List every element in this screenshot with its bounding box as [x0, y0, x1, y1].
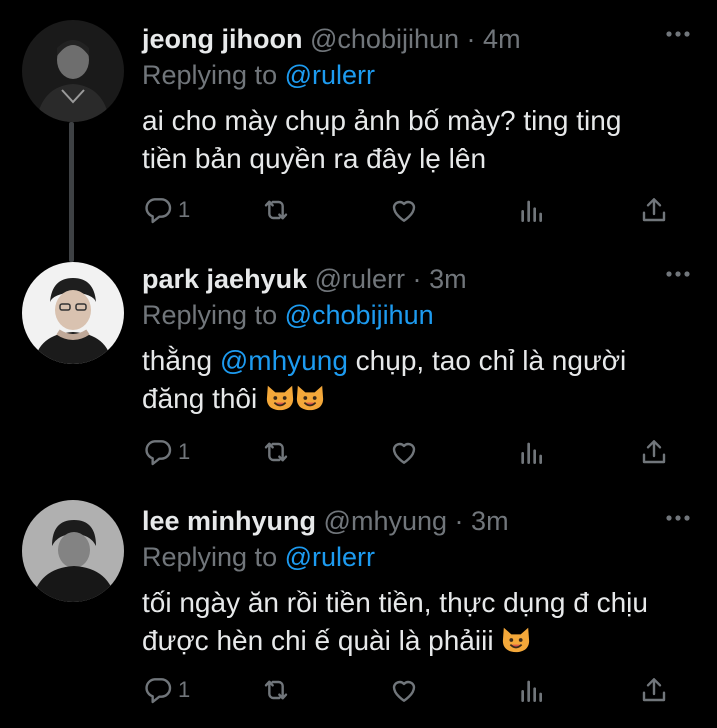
reply-icon	[142, 674, 174, 706]
reply-icon	[142, 436, 174, 468]
timestamp[interactable]: 4m	[483, 24, 521, 54]
tweet-text-line: thằng @mhyung chụp, tao chỉ là người	[142, 342, 702, 380]
separator: ·	[466, 24, 476, 54]
tweet-text: tối ngày ăn rồi tiền tiền, thực dụng đ c…	[142, 584, 702, 660]
smirking-cat-emoji-icon	[295, 382, 325, 412]
reply-button[interactable]: 1	[142, 192, 190, 228]
views-button[interactable]	[516, 434, 548, 470]
mention-link[interactable]: @mhyung	[220, 345, 348, 376]
tweet[interactable]: park jaehyuk @rulerr · 3m Replying to @c…	[0, 240, 717, 490]
reply-icon	[142, 194, 174, 226]
author-handle[interactable]: @chobijihun	[310, 24, 459, 54]
author-handle[interactable]: @rulerr	[315, 264, 405, 294]
like-button[interactable]	[388, 672, 420, 708]
share-button[interactable]	[638, 434, 670, 470]
share-button[interactable]	[638, 672, 670, 708]
share-icon	[638, 436, 670, 468]
tweet-header: jeong jihoon @chobijihun · 4m	[142, 22, 521, 56]
more-icon[interactable]	[665, 30, 691, 38]
replying-to: Replying to @rulerr	[142, 58, 375, 92]
author-name[interactable]: lee minhyung	[142, 506, 316, 536]
text-segment: đăng thôi	[142, 383, 258, 414]
smirking-cat-emoji-icon	[265, 382, 295, 412]
tweet-text-line: tối ngày ăn rồi tiền tiền, thực dụng đ c…	[142, 587, 648, 618]
views-icon	[516, 674, 548, 706]
share-icon	[638, 194, 670, 226]
replying-handle-link[interactable]: @chobijihun	[285, 300, 434, 330]
text-segment: được hèn chi ế quài là phảiii	[142, 625, 494, 656]
replying-prefix: Replying to	[142, 300, 278, 330]
reply-count: 1	[178, 197, 191, 222]
replying-prefix: Replying to	[142, 542, 278, 572]
retweet-icon	[260, 436, 292, 468]
retweet-icon	[260, 194, 292, 226]
timestamp[interactable]: 3m	[471, 506, 509, 536]
action-bar: 1	[142, 434, 682, 474]
like-button[interactable]	[388, 434, 420, 470]
tweet-text: ai cho mày chụp ảnh bố mày? ting ting ti…	[142, 102, 702, 178]
tweet[interactable]: lee minhyung @mhyung · 3m Replying to @r…	[0, 484, 717, 728]
views-icon	[516, 194, 548, 226]
like-icon	[388, 194, 420, 226]
timestamp[interactable]: 3m	[429, 264, 467, 294]
replying-to: Replying to @chobijihun	[142, 298, 434, 332]
replying-handle-link[interactable]: @rulerr	[285, 542, 375, 572]
tweet-header: lee minhyung @mhyung · 3m	[142, 504, 509, 538]
replying-to: Replying to @rulerr	[142, 540, 375, 574]
tweet[interactable]: jeong jihoon @chobijihun · 4m Replying t…	[0, 0, 717, 250]
action-bar: 1	[142, 192, 682, 232]
views-button[interactable]	[516, 192, 548, 228]
action-bar: 1	[142, 672, 682, 712]
like-icon	[388, 674, 420, 706]
author-name[interactable]: jeong jihoon	[142, 24, 302, 54]
tweet-text-line: ai cho mày chụp ảnh bố mày? ting ting	[142, 105, 622, 136]
avatar[interactable]	[22, 20, 124, 122]
text-segment: chụp, tao chỉ là người	[347, 345, 627, 376]
replying-prefix: Replying to	[142, 60, 278, 90]
tweet-text-line: tiền bản quyền ra đây lẹ lên	[142, 143, 487, 174]
retweet-icon	[260, 674, 292, 706]
author-handle[interactable]: @mhyung	[324, 506, 447, 536]
author-name[interactable]: park jaehyuk	[142, 264, 307, 294]
separator: ·	[412, 264, 422, 294]
tweet-text-line: được hèn chi ế quài là phảiii	[142, 622, 702, 660]
smirking-cat-emoji-icon	[501, 624, 531, 654]
reply-button[interactable]: 1	[142, 434, 190, 470]
tweet-text-line: đăng thôi	[142, 380, 702, 418]
avatar[interactable]	[22, 500, 124, 602]
reply-count: 1	[178, 677, 191, 702]
retweet-button[interactable]	[260, 672, 292, 708]
reply-button[interactable]: 1	[142, 672, 190, 708]
reply-count: 1	[178, 439, 191, 464]
tweet-header: park jaehyuk @rulerr · 3m	[142, 262, 467, 296]
share-icon	[638, 674, 670, 706]
replying-handle-link[interactable]: @rulerr	[285, 60, 375, 90]
text-segment: thằng	[142, 345, 220, 376]
avatar[interactable]	[22, 262, 124, 364]
tweet-text: thằng @mhyung chụp, tao chỉ là người đăn…	[142, 342, 702, 418]
like-button[interactable]	[388, 192, 420, 228]
retweet-button[interactable]	[260, 434, 292, 470]
retweet-button[interactable]	[260, 192, 292, 228]
share-button[interactable]	[638, 192, 670, 228]
more-icon[interactable]	[665, 514, 691, 522]
more-icon[interactable]	[665, 270, 691, 278]
separator: ·	[454, 506, 464, 536]
views-button[interactable]	[516, 672, 548, 708]
like-icon	[388, 436, 420, 468]
views-icon	[516, 436, 548, 468]
